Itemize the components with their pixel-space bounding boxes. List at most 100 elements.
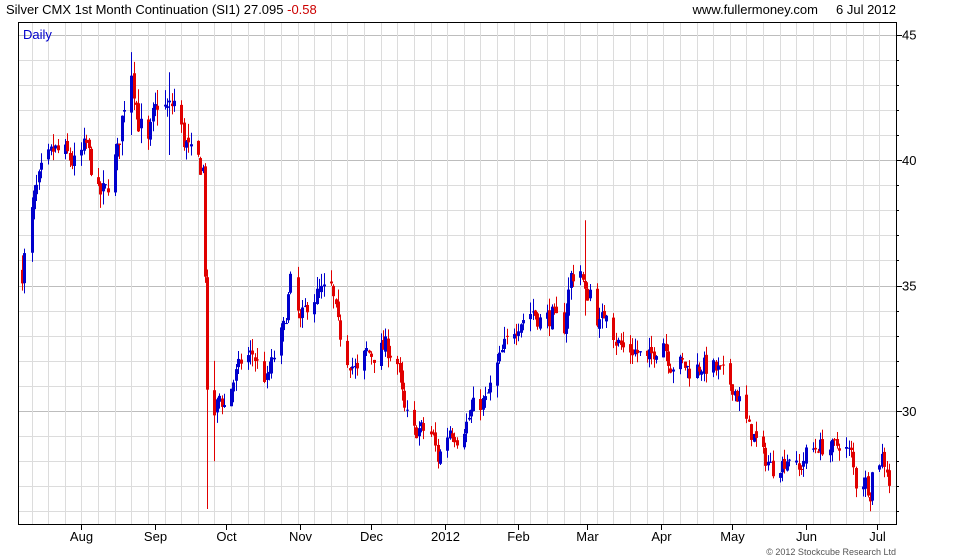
candle-down <box>548 310 551 327</box>
y-tick-label: 40 <box>902 153 916 168</box>
candle-up <box>489 382 492 393</box>
candle-up <box>845 446 848 449</box>
candle-up <box>779 473 782 478</box>
candle-down <box>836 438 839 446</box>
candle-up <box>864 477 867 489</box>
candle-down <box>85 139 88 143</box>
x-tick-label: 2012 <box>431 529 460 544</box>
x-tick-label: Jul <box>869 529 886 544</box>
candle-up <box>190 144 193 147</box>
candle-down <box>66 140 69 152</box>
candle-down <box>555 306 558 314</box>
candle-down <box>197 140 200 155</box>
candle-down <box>867 476 870 496</box>
candle-up <box>503 338 506 349</box>
candle-up <box>878 465 881 470</box>
candle-down <box>705 354 708 374</box>
axes: 30 35 40 45 Aug Sep Oct Nov Dec 2012 Feb Mar Apr May J… <box>70 28 917 544</box>
period-label: Daily <box>23 27 52 42</box>
candle-up <box>496 362 499 386</box>
y-tick-label: 35 <box>902 279 916 294</box>
candle-down <box>240 359 243 364</box>
candle-up <box>520 324 523 333</box>
candle-up <box>270 357 273 374</box>
copyright-text: © 2012 Stockcube Research Ltd <box>766 547 896 557</box>
candle-down <box>337 301 340 318</box>
x-tick-label: Nov <box>289 529 313 544</box>
candle-up <box>551 306 554 330</box>
candle-up <box>567 289 570 316</box>
candle-up <box>285 323 288 325</box>
candle-up <box>313 302 316 315</box>
candle-up <box>301 307 304 318</box>
candle-up <box>323 284 326 287</box>
candle-up <box>605 315 608 322</box>
candle-up <box>501 350 504 353</box>
candle-up <box>218 395 221 402</box>
candle-up <box>484 396 487 401</box>
candle-up <box>23 253 26 284</box>
candle-up <box>73 155 76 166</box>
candle-down <box>413 409 416 426</box>
candle-up <box>166 106 169 108</box>
candle-down <box>783 458 786 469</box>
candle-up <box>802 460 805 467</box>
candle-down <box>681 358 684 360</box>
candle-up <box>282 320 285 331</box>
candle-down <box>118 143 121 145</box>
candle-down <box>107 188 110 193</box>
candle-down <box>346 340 349 366</box>
candle-up <box>769 461 772 463</box>
candle-up <box>316 288 319 305</box>
candle-down <box>855 468 858 489</box>
candle-up <box>152 107 155 122</box>
candle-up <box>363 350 366 371</box>
candle-up <box>121 115 124 142</box>
candle-down <box>833 439 836 441</box>
candle-down <box>97 177 100 184</box>
candle-down <box>180 104 183 125</box>
candle-up <box>149 121 152 140</box>
candle-down <box>764 447 767 466</box>
candle-down <box>256 359 259 361</box>
candle-up <box>406 409 409 411</box>
candle-down <box>297 277 300 311</box>
candle-up <box>463 433 466 448</box>
candle-down <box>90 148 93 175</box>
candle-up <box>439 451 442 464</box>
candle-down <box>330 281 333 284</box>
candle-down <box>536 313 539 327</box>
candle-down <box>199 158 202 175</box>
candle-down <box>57 145 60 151</box>
x-tick-label: Dec <box>360 529 384 544</box>
candle-down <box>631 349 634 356</box>
y-tick-label: 45 <box>902 28 916 43</box>
candle-down <box>370 353 373 357</box>
candle-up <box>54 145 57 149</box>
candle-down <box>69 152 72 161</box>
candle-down <box>650 347 653 354</box>
candle-up <box>116 143 119 157</box>
candle-up <box>40 162 43 170</box>
candle-up <box>130 75 133 113</box>
candle-down <box>814 447 817 450</box>
candle-up <box>498 352 501 362</box>
candle-up <box>472 397 475 412</box>
candle-down <box>698 366 701 372</box>
candle-down <box>745 394 748 419</box>
candle-up <box>579 271 582 278</box>
candle-down <box>251 350 254 355</box>
candle-down <box>349 368 352 371</box>
candle-down <box>888 470 891 486</box>
candle-down <box>52 148 55 152</box>
candle-up <box>104 184 107 186</box>
candle-down <box>584 280 587 289</box>
candle-up <box>831 439 834 453</box>
y-tick-label: 30 <box>902 404 916 419</box>
candle-down <box>368 350 371 353</box>
candle-up <box>140 118 143 129</box>
candle-down <box>434 432 437 446</box>
candle-down <box>729 363 732 385</box>
candle-down <box>800 468 803 470</box>
candle-down <box>137 103 140 132</box>
